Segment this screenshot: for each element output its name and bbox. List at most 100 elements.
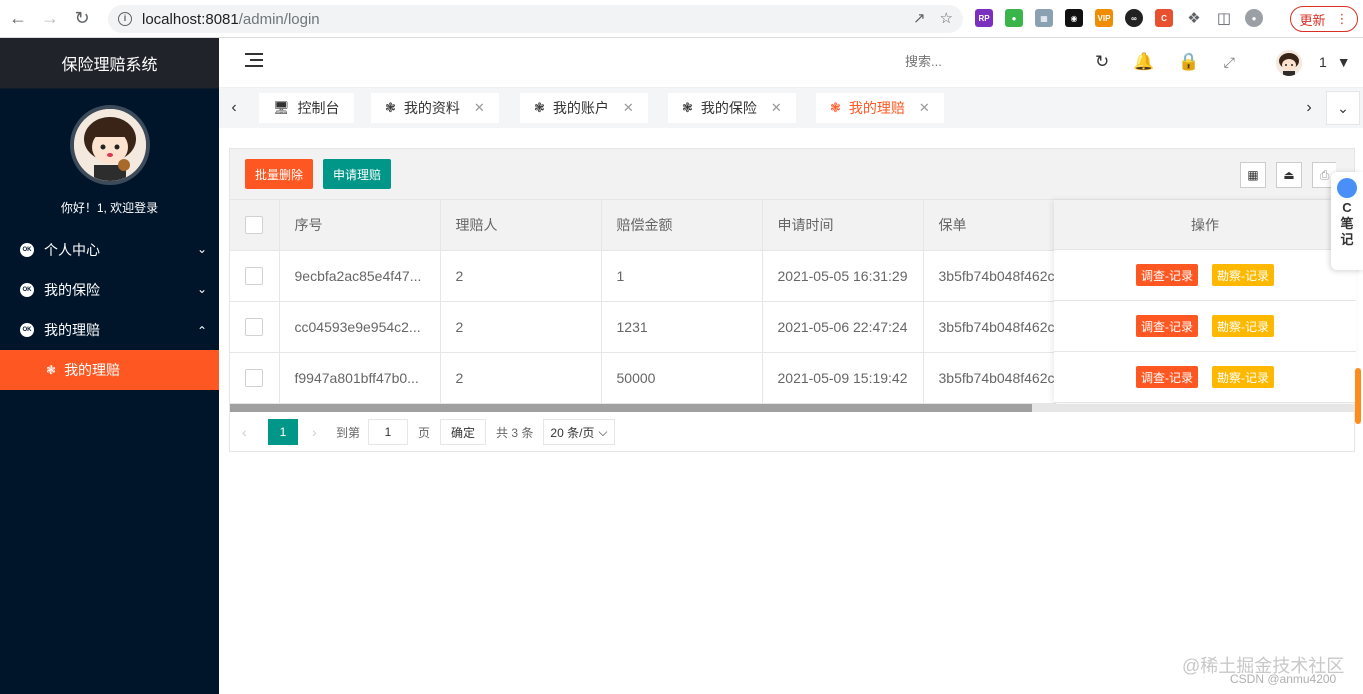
cell-claimant: 2 xyxy=(440,250,602,302)
column-header: 理赔人 xyxy=(440,200,602,251)
header-avatar[interactable] xyxy=(1276,50,1302,76)
select-all-checkbox[interactable] xyxy=(245,215,263,234)
scrollbar-thumb[interactable] xyxy=(230,404,1032,412)
close-icon[interactable]: ✕ xyxy=(623,100,634,116)
welcome-text: 你好！1, 欢迎登录 xyxy=(60,201,159,215)
page-scrollbar[interactable] xyxy=(1355,368,1361,424)
table-row: 9ecbfa2ac85e4f47... 2 1 2021-05-05 16:31… xyxy=(230,250,1056,302)
profile-icon[interactable]: ● xyxy=(1245,9,1263,27)
tab-my-profile[interactable]: ❃ 我的资料 ✕ xyxy=(371,93,499,123)
cell-id: 9ecbfa2ac85e4f47... xyxy=(279,250,441,302)
fullscreen-icon[interactable]: ⤢ xyxy=(1224,54,1235,71)
sidebar: 保险理赔系统 你好！1, 欢迎登录 OK 个人中心 ⌄ OK 我的保险 ⌄ OK… xyxy=(0,38,219,694)
ok-icon: OK xyxy=(20,283,34,297)
row-checkbox[interactable] xyxy=(245,266,263,285)
tab-dashboard[interactable]: 🖥 控制台 xyxy=(259,93,354,123)
export-icon[interactable]: ⏏ xyxy=(1276,162,1302,188)
address-bar[interactable]: i localhost:8081/admin/login ↗ ☆ xyxy=(108,5,963,33)
lock-icon[interactable]: 🔒 xyxy=(1178,52,1199,72)
row-actions: 调查-记录 勘察-记录 xyxy=(1054,352,1356,403)
next-page-icon[interactable]: › xyxy=(312,424,330,440)
goto-confirm-button[interactable]: 确定 xyxy=(440,419,487,445)
tab-my-claims[interactable]: ❃ 我的理赔 ✕ xyxy=(816,93,944,123)
inspect-record-button[interactable]: 勘察-记录 xyxy=(1212,366,1274,388)
sidebar-item-my-claims[interactable]: OK 我的理赔 ⌃ xyxy=(0,310,219,350)
menu-toggle-icon[interactable] xyxy=(245,53,263,69)
tabs-dropdown-icon[interactable]: ⌄ xyxy=(1326,91,1360,125)
image-extension-icon[interactable]: ▦ xyxy=(1035,9,1053,27)
share-icon[interactable]: ↗ xyxy=(913,9,926,27)
survey-record-button[interactable]: 调查-记录 xyxy=(1136,315,1198,337)
close-icon[interactable]: ✕ xyxy=(919,100,930,116)
tab-label: 我的保险 xyxy=(700,100,757,116)
cell-policy: 3b5fb74b048f462c xyxy=(923,250,1056,302)
row-select-cell xyxy=(230,250,280,302)
update-button[interactable]: 更新 ⋮ xyxy=(1290,6,1358,32)
csdn-extension-icon[interactable]: C xyxy=(1155,9,1173,27)
watermark-csdn: CSDN @anmu4200 xyxy=(1230,672,1337,686)
survey-record-button[interactable]: 调查-记录 xyxy=(1136,264,1198,286)
chat-extension-icon[interactable]: ● xyxy=(1005,9,1023,27)
row-checkbox[interactable] xyxy=(245,317,263,336)
table-row: cc04593e9e954c2... 2 1231 2021-05-06 22:… xyxy=(230,301,1056,353)
top-header: ↻ 🔔 🔒 ⤢ 1 ▼ xyxy=(219,38,1363,88)
search-input[interactable] xyxy=(905,54,1015,69)
sidebar-subitem-my-claims[interactable]: ❃ 我的理赔 xyxy=(0,350,219,390)
user-name: 1 xyxy=(1319,54,1327,70)
pagination: ‹ 1 › 到第 1 页 确定 共 3 条 20 条/页 ⌵ xyxy=(230,415,615,449)
tabs-bar: ‹ 🖥 控制台 ❃ 我的资料 ✕ ❃ 我的账户 ✕ ❃ 我的保险 ✕ ❃ 我的理… xyxy=(219,88,1363,128)
forward-icon[interactable]: → xyxy=(36,5,64,33)
close-icon[interactable]: ✕ xyxy=(474,100,485,116)
page-size-select[interactable]: 20 条/页 ⌵ xyxy=(543,419,615,445)
table-header-row: 序号 理赔人 赔偿金额 申请时间 保单 xyxy=(230,200,1056,251)
inspect-record-button[interactable]: 勘察-记录 xyxy=(1212,264,1274,286)
prev-page-icon[interactable]: ‹ xyxy=(242,424,260,440)
note-widget[interactable]: C 笔 记 xyxy=(1331,172,1363,270)
tabs-scroll-left-icon[interactable]: ‹ xyxy=(219,88,249,128)
notification-bell-icon[interactable]: 🔔 xyxy=(1133,52,1154,72)
user-menu[interactable]: 1 ▼ xyxy=(1319,54,1351,70)
apply-claim-button[interactable]: 申请理赔 xyxy=(323,159,392,189)
survey-record-button[interactable]: 调查-记录 xyxy=(1136,366,1198,388)
close-icon[interactable]: ✕ xyxy=(771,100,782,116)
goto-label: 到第 xyxy=(336,425,361,440)
refresh-icon[interactable]: ↻ xyxy=(1095,52,1109,72)
palm-icon: ❃ xyxy=(385,100,396,115)
tab-my-account[interactable]: ❃ 我的账户 ✕ xyxy=(520,93,648,123)
ok-icon: OK xyxy=(20,323,34,337)
tab-label: 我的账户 xyxy=(552,100,609,116)
row-actions: 调查-记录 勘察-记录 xyxy=(1054,301,1356,352)
infinity-extension-icon[interactable]: ∞ xyxy=(1125,9,1143,27)
axure-extension-icon[interactable]: RP xyxy=(975,9,993,27)
sidebar-item-my-insurance[interactable]: OK 我的保险 ⌄ xyxy=(0,270,219,310)
tab-my-insurance[interactable]: ❃ 我的保险 ✕ xyxy=(668,93,796,123)
puzzle-icon[interactable]: ❖ xyxy=(1185,9,1203,27)
tabs-scroll-right-icon[interactable]: › xyxy=(1294,88,1324,128)
sidebar-subitem-label: 我的理赔 xyxy=(64,362,121,378)
game-extension-icon[interactable]: ◉ xyxy=(1065,9,1083,27)
column-filter-icon[interactable]: ▦ xyxy=(1240,162,1266,188)
chevron-down-icon: ⌄ xyxy=(196,282,207,296)
goto-page-input[interactable]: 1 xyxy=(368,419,409,445)
cell-id: cc04593e9e954c2... xyxy=(279,301,441,353)
url-path: /admin/login xyxy=(238,10,320,28)
sidebar-item-profile-center[interactable]: OK 个人中心 ⌄ xyxy=(0,230,219,270)
page-unit-label: 页 xyxy=(418,425,431,440)
side-panel-icon[interactable]: ◫ xyxy=(1215,9,1233,27)
note-widget-line1: 笔 xyxy=(1340,216,1354,231)
ok-icon: OK xyxy=(20,243,34,257)
column-header: 序号 xyxy=(279,200,441,251)
reload-icon[interactable]: ↻ xyxy=(68,5,96,33)
page-current[interactable]: 1 xyxy=(268,419,298,445)
horizontal-scrollbar[interactable] xyxy=(230,404,1356,412)
table-toolbar: 批量删除 申请理赔 ▦ ⏏ ⎙ xyxy=(230,149,1354,200)
bookmark-star-icon[interactable]: ☆ xyxy=(940,9,953,27)
inspect-record-button[interactable]: 勘察-记录 xyxy=(1212,315,1274,337)
back-icon[interactable]: ← xyxy=(4,5,32,33)
row-checkbox[interactable] xyxy=(245,368,263,387)
site-info-icon[interactable]: i xyxy=(118,12,132,26)
batch-delete-button[interactable]: 批量删除 xyxy=(245,159,314,189)
vip-extension-icon[interactable]: VIP xyxy=(1095,9,1113,27)
operations-column: 操作 调查-记录 勘察-记录 调查-记录 勘察-记录 调查-记录 勘察-记录 xyxy=(1054,200,1356,403)
chevron-down-icon: ⌵ xyxy=(598,424,608,439)
